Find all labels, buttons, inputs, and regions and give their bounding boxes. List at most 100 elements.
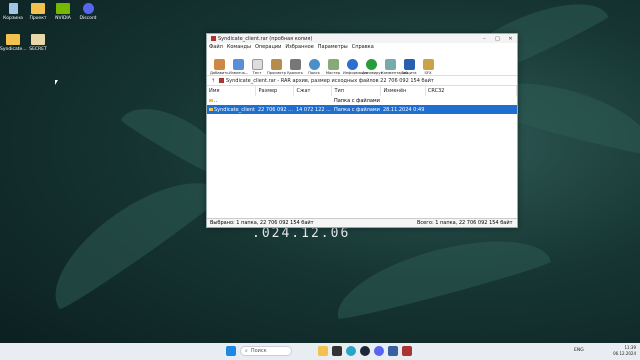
winrar-app-icon <box>211 36 216 41</box>
delete-button[interactable]: Удалить <box>286 59 304 75</box>
extract-icon <box>232 59 244 70</box>
column-header-name[interactable]: Имя <box>207 86 257 96</box>
column-header-type[interactable]: Тип <box>331 86 382 96</box>
virus-scan-button[interactable]: Антивирус <box>362 59 383 75</box>
search-placeholder: Поиск <box>250 348 267 354</box>
wizard-button[interactable]: Мастер <box>324 59 342 75</box>
search-icon <box>308 59 320 70</box>
antivirus-icon <box>365 59 377 70</box>
table-row[interactable]: Syndicate_client 22 706 092 ... 14 072 1… <box>207 105 517 114</box>
desktop-icon-discord[interactable]: Discord <box>75 3 101 21</box>
taskbar: ⌕ Поиск ENG 11:39 06.12.2024 <box>0 343 640 360</box>
extract-button[interactable]: Извлечь... <box>229 59 248 75</box>
cell-packed <box>294 96 332 105</box>
desktop-icon-label: NVIDIA <box>55 16 71 21</box>
search-icon: ⌕ <box>245 348 248 354</box>
windows-start-icon[interactable] <box>226 346 236 356</box>
file-list: Имя Размер Сжат Тип Изменён CRC32 .. Пап… <box>207 86 518 114</box>
terminal-icon[interactable] <box>332 346 342 356</box>
app-icon[interactable] <box>388 346 398 356</box>
desktop-icon-label: Syndicate... <box>0 47 27 52</box>
menu-commands[interactable]: Команды <box>227 44 251 50</box>
sfx-button[interactable]: SFX <box>419 59 437 75</box>
clock-date: 06.12.2024 <box>613 351 636 356</box>
comment-icon <box>384 59 396 70</box>
desktop-icon-secret[interactable]: SECRET <box>25 34 51 52</box>
nvidia-icon <box>56 3 70 14</box>
winrar-icon[interactable] <box>402 346 412 356</box>
leaf-decoration <box>327 222 553 323</box>
desktop-icon-syndicate[interactable]: Syndicate... <box>0 34 27 52</box>
cell-type: Папка с файлами <box>331 105 381 114</box>
table-row[interactable]: .. Папка с файлами <box>207 96 517 105</box>
menu-options[interactable]: Параметры <box>318 44 348 50</box>
system-clock[interactable]: 11:39 06.12.2024 <box>613 345 636 357</box>
wizard-icon <box>327 59 339 70</box>
desktop-icon-recycle-bin[interactable]: Корзина <box>0 3 26 21</box>
cell-type: Папка с файлами <box>333 97 380 104</box>
protect-button[interactable]: Защита <box>400 59 418 75</box>
menu-favorites[interactable]: Избранное <box>285 44 313 50</box>
cell-size: 22 706 092 ... <box>255 105 294 114</box>
menu-operations[interactable]: Операции <box>255 44 281 50</box>
cell-name: .. <box>207 96 256 105</box>
desktop-icon-label: Корзина <box>3 16 23 21</box>
discord-icon <box>82 3 94 14</box>
archive-icon <box>219 78 224 83</box>
cell-crc <box>425 105 517 114</box>
column-header-packed[interactable]: Сжат <box>293 86 333 96</box>
recycle-bin-icon <box>8 3 18 14</box>
edge-icon[interactable] <box>346 346 356 356</box>
desktop-icon-label: Discord <box>79 16 97 21</box>
taskbar-search[interactable]: ⌕ Поиск <box>240 346 292 356</box>
title-bar[interactable]: Syndicate_client.rar (пробная копия) – □… <box>207 34 517 43</box>
desktop-icon-nvidia[interactable]: NVIDIA <box>50 3 76 21</box>
desktop-clock-overlay: .024.12.06 <box>252 226 351 241</box>
test-button[interactable]: Тест <box>248 59 266 75</box>
steam-icon[interactable] <box>360 346 370 356</box>
cell-modified <box>381 96 425 105</box>
shield-icon <box>403 59 415 70</box>
test-icon <box>251 59 263 70</box>
column-header-modified[interactable]: Изменён <box>380 86 426 96</box>
add-button[interactable]: Добавить <box>210 59 229 75</box>
winrar-window: Syndicate_client.rar (пробная копия) – □… <box>206 33 518 228</box>
file-explorer-icon[interactable] <box>318 346 328 356</box>
status-selected: Выбрано: 1 папка, 22 706 092 154 байт <box>210 220 314 226</box>
desktop-icon-project[interactable]: Проект <box>25 3 51 21</box>
info-button[interactable]: Информация <box>343 59 368 75</box>
folder-icon <box>31 34 45 45</box>
cell-name: Syndicate_client <box>207 105 256 114</box>
maximize-button[interactable]: □ <box>491 36 504 42</box>
desktop-icon-label: SECRET <box>29 47 47 52</box>
minimize-button[interactable]: – <box>478 36 491 42</box>
menu-file[interactable]: Файл <box>209 44 223 50</box>
find-button[interactable]: Поиск <box>305 59 323 75</box>
cell-modified: 28.11.2024 0:49 <box>380 105 426 114</box>
column-header-crc[interactable]: CRC32 <box>425 86 518 96</box>
address-bar: ↑ Syndicate_client.rar - RAR архив, разм… <box>207 76 517 86</box>
close-button[interactable]: ✕ <box>504 36 517 42</box>
status-bar: Выбрано: 1 папка, 22 706 092 154 байт Вс… <box>207 218 517 227</box>
comment-button[interactable]: Комментарий <box>381 59 408 75</box>
menu-help[interactable]: Справка <box>352 44 374 50</box>
leaf-decoration <box>33 157 227 313</box>
window-title: Syndicate_client.rar (пробная копия) <box>218 35 313 42</box>
cell-size <box>256 96 294 105</box>
column-header-size[interactable]: Размер <box>255 86 295 96</box>
view-icon <box>270 59 282 70</box>
folder-icon <box>209 107 213 111</box>
folder-icon <box>31 3 45 14</box>
add-icon <box>213 59 225 70</box>
up-folder-button[interactable]: ↑ <box>211 78 219 84</box>
info-icon <box>346 59 358 70</box>
cell-crc <box>425 96 516 105</box>
discord-icon[interactable] <box>374 346 384 356</box>
trash-icon <box>289 59 301 70</box>
cell-packed: 14 072 122 ... <box>293 105 332 114</box>
status-total: Всего: 1 папка, 22 706 092 154 байт <box>417 220 513 226</box>
language-indicator[interactable]: ENG <box>574 348 584 353</box>
folder-icon <box>209 98 213 102</box>
view-button[interactable]: Просмотр <box>267 59 286 75</box>
mouse-cursor <box>55 80 58 85</box>
